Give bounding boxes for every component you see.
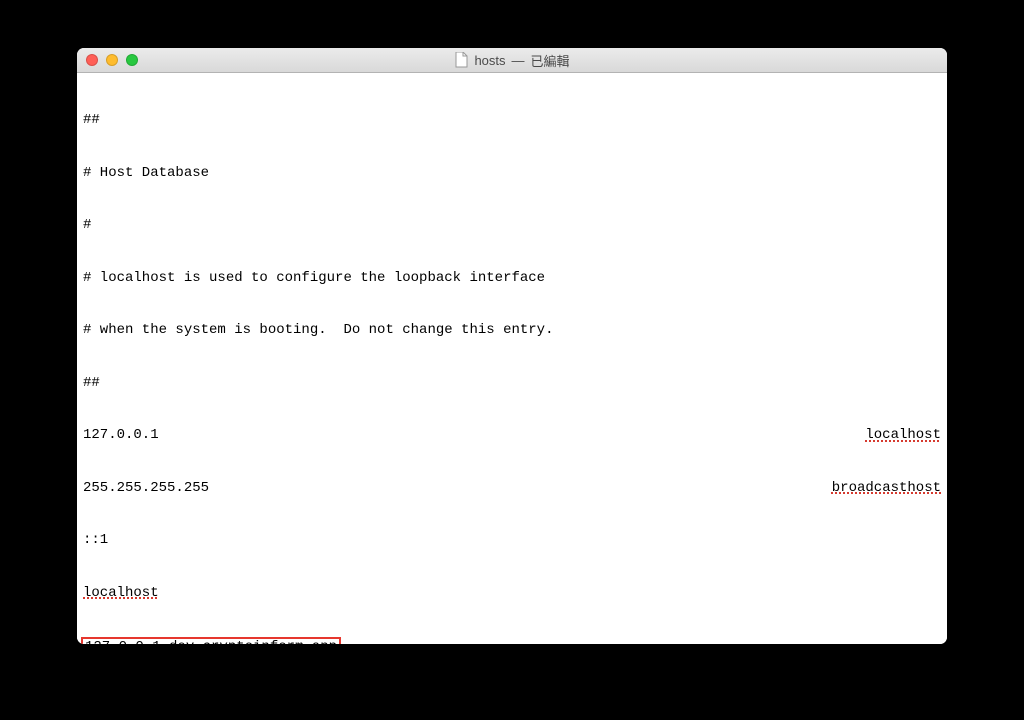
text-line: ::1: [83, 532, 941, 550]
text-line: # localhost is used to configure the loo…: [83, 270, 941, 288]
text-editor[interactable]: ## # Host Database # # localhost is used…: [77, 73, 947, 644]
text-line: localhost: [83, 585, 941, 603]
text-line: # when the system is booting. Do not cha…: [83, 322, 941, 340]
host-name: broadcasthost: [832, 480, 941, 498]
document-icon: [454, 52, 468, 68]
title-filename: hosts: [474, 53, 505, 68]
close-button[interactable]: [86, 54, 98, 66]
text-line: ##: [83, 375, 941, 393]
text-line: 127.0.0.1 dev.cryptoinform.app: [83, 637, 941, 644]
text-line: ##: [83, 112, 941, 130]
host-name: localhost: [83, 585, 159, 601]
highlighted-entry: 127.0.0.1 dev.cryptoinform.app: [81, 637, 341, 644]
host-ip: 255.255.255.255: [83, 480, 209, 498]
text-line: # Host Database: [83, 165, 941, 183]
text-line: #: [83, 217, 941, 235]
title-status: 已編輯: [531, 51, 570, 70]
maximize-button[interactable]: [126, 54, 138, 66]
minimize-button[interactable]: [106, 54, 118, 66]
text-line: 255.255.255.255 broadcasthost: [83, 480, 941, 498]
titlebar[interactable]: hosts — 已編輯: [77, 48, 947, 73]
text-line: 127.0.0.1 localhost: [83, 427, 941, 445]
window-title: hosts — 已編輯: [77, 51, 947, 70]
traffic-lights: [86, 54, 138, 66]
host-ip: 127.0.0.1: [83, 427, 159, 445]
host-name: localhost: [865, 427, 941, 445]
title-separator: —: [512, 53, 525, 68]
window: hosts — 已編輯 ## # Host Database # # local…: [77, 48, 947, 644]
